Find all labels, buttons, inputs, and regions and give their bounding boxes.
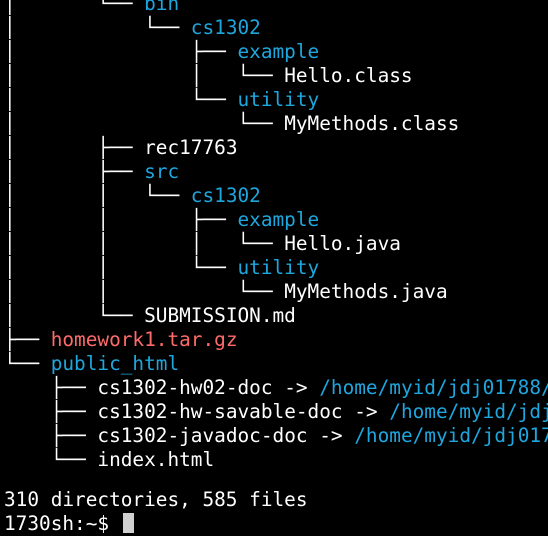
tree-branch: │ └──	[4, 88, 238, 111]
tree-line: │ ├── example	[4, 40, 319, 64]
tree-branch: │ │ └──	[4, 256, 238, 279]
tree-branch: └──	[4, 448, 98, 471]
tree-line: │ │ ├── example	[4, 208, 319, 232]
file-name: Hello.java	[284, 232, 401, 255]
tree-line: │ └── utility	[4, 88, 319, 112]
file-name: SUBMISSION.md	[144, 304, 296, 327]
tree-line: │ └── MyMethods.class	[4, 112, 459, 136]
directory-name: cs1302	[190, 184, 261, 207]
tree-line: └── index.html	[4, 448, 214, 472]
tree-branch: ├──	[4, 400, 98, 423]
shell-prompt-line[interactable]: 1730sh:~$	[4, 512, 134, 536]
tree-line: │ │ │ └── Hello.java	[4, 232, 401, 256]
text-cursor	[122, 513, 134, 533]
file-name: cs1302-hw02-doc ->	[97, 376, 320, 399]
tree-branch: └──	[4, 352, 51, 375]
tree-line: ├── cs1302-javadoc-doc -> /home/myid/jdj…	[4, 424, 548, 448]
file-name: cs1302-javadoc-doc ->	[97, 424, 355, 447]
tree-line: ├── homework1.tar.gz	[4, 328, 238, 352]
tree-branch: │ ├──	[4, 40, 238, 63]
tree-branch: ├──	[4, 328, 51, 351]
archive-name: homework1.tar.gz	[50, 328, 238, 351]
file-name: index.html	[97, 448, 215, 471]
directory-name: utility	[237, 256, 320, 279]
file-name: rec17763	[144, 136, 238, 159]
directory-name: public_html	[50, 352, 180, 375]
tree-line: │ │ └── utility	[4, 256, 319, 280]
directory-name: cs1302	[190, 16, 261, 39]
directory-name: bin	[144, 0, 180, 15]
tree-branch: │ │ ├──	[4, 208, 238, 231]
tree-branch: │ └──	[4, 304, 145, 327]
tree-line: │ ├── src	[4, 160, 179, 184]
tree-line: ├── cs1302-hw-savable-doc -> /home/myid/…	[4, 400, 548, 424]
directory-name: example	[237, 208, 320, 231]
symlink-target: /home/myid/jdj01788/	[389, 400, 548, 423]
file-name: cs1302-hw-savable-doc ->	[97, 400, 390, 423]
symlink-target: /home/myid/jdj01788/	[354, 424, 548, 447]
tree-line: │ │ └── cs1302	[4, 184, 261, 208]
tree-branch: │ └──	[4, 0, 145, 15]
tree-branch: ├──	[4, 376, 98, 399]
tree-branch: │ ├──	[4, 160, 145, 183]
tree-branch: │ │ └──	[4, 184, 191, 207]
tree-line: │ └── SUBMISSION.md	[4, 304, 296, 328]
tree-line: │ │ └── MyMethods.java	[4, 280, 448, 304]
directory-name: utility	[237, 88, 320, 111]
tree-line: └── public_html	[4, 352, 179, 376]
tree-branch: ├──	[4, 424, 98, 447]
directory-name: src	[144, 160, 180, 183]
tree-branch: │ │ │ └──	[4, 232, 285, 255]
tree-branch: │ ├──	[4, 136, 145, 159]
tree-line: │ ├── rec17763	[4, 136, 238, 160]
tree-branch: │ └──	[4, 16, 191, 39]
file-name: Hello.class	[284, 64, 413, 87]
directory-name: example	[237, 40, 320, 63]
tree-line: │ └── bin	[4, 0, 179, 16]
file-name: MyMethods.java	[284, 280, 448, 303]
tree-line: ├── cs1302-hw02-doc -> /home/myid/jdj017…	[4, 376, 548, 400]
tree-branch: │ │ └──	[4, 280, 285, 303]
tree-line: │ └── cs1302	[4, 16, 261, 40]
tree-branch: │ └──	[4, 112, 285, 135]
symlink-target: /home/myid/jdj01788/	[319, 376, 548, 399]
file-name: MyMethods.class	[284, 112, 460, 135]
tree-branch: │ │ └──	[4, 64, 285, 87]
tree-line: │ │ └── Hello.class	[4, 64, 413, 88]
tree-summary: 310 directories, 585 files	[4, 488, 308, 511]
shell-prompt: 1730sh:~$	[4, 512, 121, 535]
terminal-window[interactable]: │ └── bin │ └── cs1302 │ ├── example │ │ └─…	[0, 0, 548, 536]
